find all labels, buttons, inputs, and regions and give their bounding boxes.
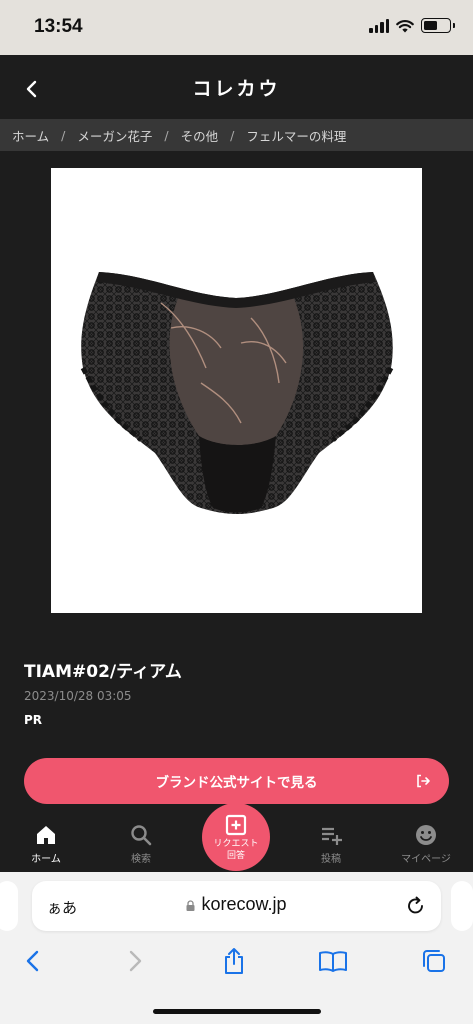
- nav-search-label: 検索: [131, 854, 151, 865]
- panties-illustration: [80, 272, 394, 514]
- browser-forward-button[interactable]: [120, 946, 150, 976]
- request-button[interactable]: リクエスト 回答: [202, 803, 270, 871]
- nav-mypage[interactable]: マイページ: [386, 823, 466, 865]
- plus-square-icon: [225, 814, 247, 836]
- breadcrumb-separator: /: [164, 127, 169, 143]
- share-button[interactable]: [219, 946, 249, 976]
- bottom-nav: ホーム 検索 リクエスト 回答 投稿 マイページ: [0, 803, 473, 872]
- smile-icon: [416, 825, 436, 845]
- bookmarks-button[interactable]: [318, 946, 348, 976]
- nav-mypage-label: マイページ: [401, 854, 451, 865]
- previous-tab-peek[interactable]: [0, 881, 18, 931]
- nav-home[interactable]: ホーム: [6, 823, 86, 865]
- forward-icon: [129, 950, 142, 972]
- url-display: korecow.jp: [32, 894, 441, 915]
- request-button-sublabel: 回答: [226, 851, 245, 861]
- browser-back-button[interactable]: [18, 946, 48, 976]
- product-image: [51, 168, 422, 613]
- breadcrumb: ホーム / メーガン花子 / その他 / フェルマーの料理: [0, 119, 473, 151]
- bookmarks-icon: [319, 951, 347, 972]
- breadcrumb-item-drama[interactable]: フェルマーの料理: [246, 126, 346, 145]
- next-tab-peek[interactable]: [451, 881, 473, 931]
- battery-icon: [421, 18, 455, 33]
- tabs-icon: [423, 950, 445, 972]
- nav-home-label: ホーム: [31, 854, 61, 865]
- address-bar[interactable]: ぁあ korecow.jp: [32, 881, 441, 931]
- app-header: コレカウ: [0, 55, 473, 119]
- signal-icon: [369, 18, 389, 33]
- product-date: 2023/10/28 03:05: [24, 689, 132, 703]
- main-content: TIAM#02/ティアム 2023/10/28 03:05 PR ブランド公式サ…: [0, 151, 473, 820]
- nav-search[interactable]: 検索: [101, 823, 181, 865]
- url-text: korecow.jp: [201, 894, 287, 914]
- app-title: コレカウ: [192, 78, 281, 100]
- request-button-label: リクエスト: [213, 839, 259, 849]
- status-time: 13:54: [34, 16, 83, 37]
- nav-post[interactable]: 投稿: [291, 823, 371, 865]
- browser-bar: ぁあ korecow.jp: [0, 872, 473, 1024]
- home-icon: [37, 826, 55, 844]
- breadcrumb-separator: /: [61, 127, 66, 143]
- home-indicator: [153, 1009, 321, 1014]
- breadcrumb-item-other[interactable]: その他: [181, 126, 219, 145]
- search-icon: [131, 825, 152, 846]
- breadcrumb-item-home[interactable]: ホーム: [12, 126, 49, 145]
- tabs-button[interactable]: [419, 946, 449, 976]
- status-bar: 13:54: [0, 0, 473, 55]
- pr-label: PR: [24, 713, 43, 727]
- reload-icon[interactable]: [405, 895, 427, 917]
- nav-post-label: 投稿: [321, 854, 341, 865]
- breadcrumb-item-person[interactable]: メーガン花子: [77, 126, 152, 145]
- playlist-add-icon: [322, 827, 342, 845]
- breadcrumb-separator: /: [230, 127, 235, 143]
- product-title: TIAM#02/ティアム: [24, 662, 182, 682]
- external-link-icon: [417, 774, 430, 788]
- status-icons: [369, 18, 455, 33]
- wifi-icon: [396, 19, 414, 32]
- share-icon: [225, 948, 243, 974]
- back-icon: [26, 950, 39, 972]
- brand-site-button[interactable]: ブランド公式サイトで見る: [24, 758, 449, 804]
- brand-site-button-label: ブランド公式サイトで見る: [155, 775, 318, 791]
- lock-icon: [186, 900, 195, 911]
